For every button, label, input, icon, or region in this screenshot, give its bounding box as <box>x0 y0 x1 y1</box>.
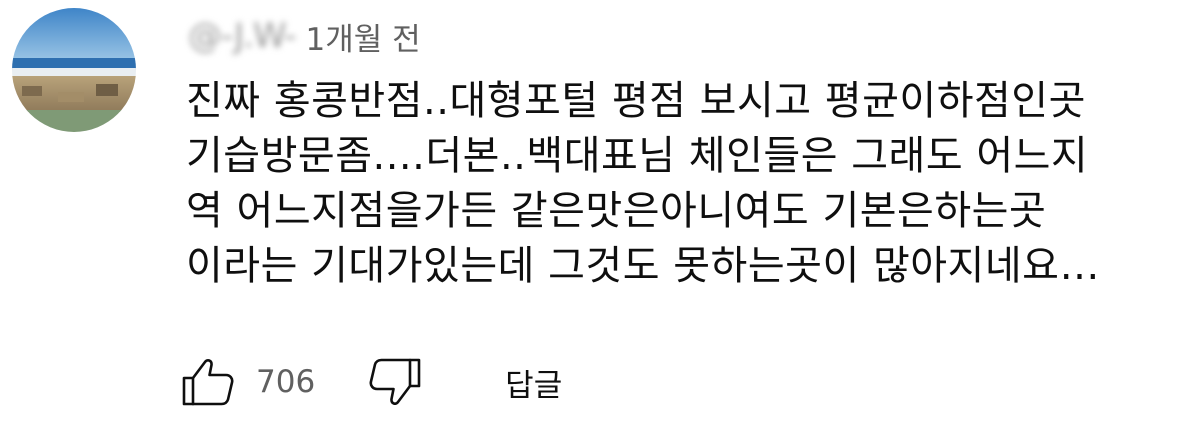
like-button[interactable] <box>180 357 236 407</box>
comment-header: @-J.W- 1개월 전 <box>188 14 421 58</box>
like-count: 706 <box>256 364 316 400</box>
comment-text-line: 이라는 기대가있는데 그것도 못하는곳이 많아지네요… <box>186 243 1100 289</box>
comment-text-line: 진짜 홍콩반점..대형포털 평점 보시고 평균이하점인곳 <box>186 78 1086 124</box>
comment-text-line: 기습방문좀....더본..백대표님 체인들은 그래도 어느지 <box>186 133 1089 179</box>
thumbs-down-icon <box>369 358 421 405</box>
timestamp[interactable]: 1개월 전 <box>306 14 421 59</box>
comment-text: 진짜 홍콩반점..대형포털 평점 보시고 평균이하점인곳 기습방문좀....더본… <box>186 74 1194 294</box>
reply-button[interactable]: 답글 <box>505 360 562 405</box>
comment: @-J.W- 1개월 전 진짜 홍콩반점..대형포털 평점 보시고 평균이하점인… <box>0 0 1200 421</box>
avatar[interactable] <box>12 8 136 132</box>
comment-text-line: 역 어느지점을가든 같은맛은아니여도 기본은하는곳 <box>186 188 1047 234</box>
avatar-image <box>12 8 136 132</box>
comment-actions: 706 답글 <box>180 350 562 414</box>
dislike-button[interactable] <box>367 357 423 407</box>
author-name[interactable]: @-J.W- <box>188 16 297 56</box>
thumbs-up-icon <box>182 359 234 406</box>
